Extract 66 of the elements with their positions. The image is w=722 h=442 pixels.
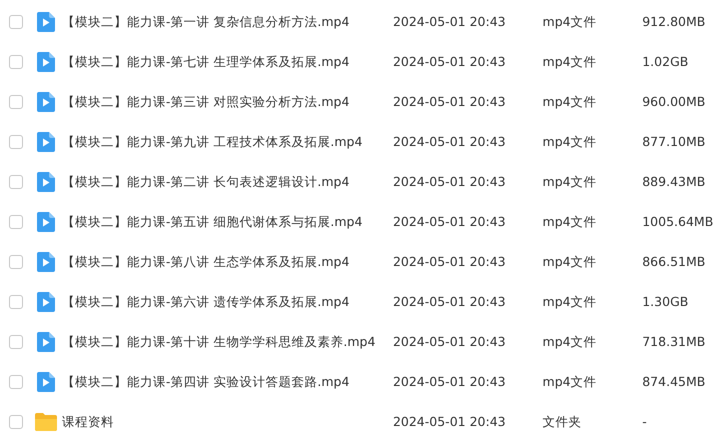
file-name[interactable]: 【模块二】能力课-第七讲 生理学体系及拓展.mp4 xyxy=(62,52,393,72)
video-file-icon xyxy=(36,92,55,112)
checkbox[interactable] xyxy=(9,55,23,69)
video-file-icon xyxy=(36,132,55,152)
file-size: 960.00MB xyxy=(642,92,706,111)
file-name[interactable]: 【模块二】能力课-第五讲 细胞代谢体系与拓展.mp4 xyxy=(62,212,393,232)
checkbox[interactable] xyxy=(9,135,23,149)
file-size: - xyxy=(642,412,648,431)
file-size: 1005.64MB xyxy=(642,212,714,231)
file-size: 718.31MB xyxy=(642,332,706,351)
file-size: 874.45MB xyxy=(642,372,706,391)
file-size: 1.30GB xyxy=(642,292,690,311)
checkbox[interactable] xyxy=(9,95,23,109)
file-name[interactable]: 【模块二】能力课-第四讲 实验设计答题套路.mp4 xyxy=(62,372,393,392)
file-type: mp4文件 xyxy=(542,252,598,271)
file-size: 877.10MB xyxy=(642,132,706,151)
modified-date: 2024-05-01 20:43 xyxy=(392,52,507,71)
file-size: 866.51MB xyxy=(642,252,706,271)
file-name[interactable]: 【模块二】能力课-第九讲 工程技术体系及拓展.mp4 xyxy=(62,132,393,152)
file-type: mp4文件 xyxy=(542,132,598,151)
video-file-icon xyxy=(36,332,55,352)
checkbox[interactable] xyxy=(9,255,23,269)
file-type: mp4文件 xyxy=(542,212,598,231)
checkbox[interactable] xyxy=(9,175,23,189)
file-type: mp4文件 xyxy=(542,332,598,351)
modified-date: 2024-05-01 20:43 xyxy=(392,92,507,111)
file-name[interactable]: 【模块二】能力课-第八讲 生态学体系及拓展.mp4 xyxy=(62,252,393,272)
video-file-icon xyxy=(36,12,55,32)
modified-date: 2024-05-01 20:43 xyxy=(392,292,507,311)
file-size: 889.43MB xyxy=(642,172,706,191)
file-size: 912.80MB xyxy=(642,12,706,31)
video-file-icon xyxy=(36,372,55,392)
file-name[interactable]: 【模块二】能力课-第二讲 长句表述逻辑设计.mp4 xyxy=(62,172,393,192)
modified-date: 2024-05-01 20:43 xyxy=(392,172,507,191)
modified-date: 2024-05-01 20:43 xyxy=(392,372,507,391)
video-file-icon xyxy=(36,52,55,72)
checkbox[interactable] xyxy=(9,335,23,349)
modified-date: 2024-05-01 20:43 xyxy=(392,412,507,431)
file-name[interactable]: 【模块二】能力课-第一讲 复杂信息分析方法.mp4 xyxy=(62,12,393,32)
modified-date: 2024-05-01 20:43 xyxy=(392,332,507,351)
file-name[interactable]: 【模块二】能力课-第六讲 遗传学体系及拓展.mp4 xyxy=(62,292,393,312)
video-file-icon xyxy=(36,292,55,312)
file-name[interactable]: 课程资料 xyxy=(62,412,393,432)
file-name[interactable]: 【模块二】能力课-第十讲 生物学学科思维及素养.mp4 xyxy=(62,332,393,352)
video-file-icon xyxy=(36,212,55,232)
file-size: 1.02GB xyxy=(642,52,690,71)
file-name[interactable]: 【模块二】能力课-第三讲 对照实验分析方法.mp4 xyxy=(62,92,393,112)
checkbox[interactable] xyxy=(9,295,23,309)
video-file-icon xyxy=(36,172,55,192)
checkbox[interactable] xyxy=(9,415,23,429)
file-type: mp4文件 xyxy=(542,52,598,71)
file-type: mp4文件 xyxy=(542,12,598,31)
file-type: mp4文件 xyxy=(542,92,598,111)
checkbox[interactable] xyxy=(9,375,23,389)
modified-date: 2024-05-01 20:43 xyxy=(392,212,507,231)
file-type: 文件夹 xyxy=(542,412,583,431)
checkbox[interactable] xyxy=(9,15,23,29)
modified-date: 2024-05-01 20:43 xyxy=(392,132,507,151)
file-type: mp4文件 xyxy=(542,292,598,311)
modified-date: 2024-05-01 20:43 xyxy=(392,252,507,271)
checkbox[interactable] xyxy=(9,215,23,229)
file-type: mp4文件 xyxy=(542,172,598,191)
video-file-icon xyxy=(36,252,55,272)
modified-date: 2024-05-01 20:43 xyxy=(392,12,507,31)
file-type: mp4文件 xyxy=(542,372,598,391)
folder-icon xyxy=(34,413,57,431)
